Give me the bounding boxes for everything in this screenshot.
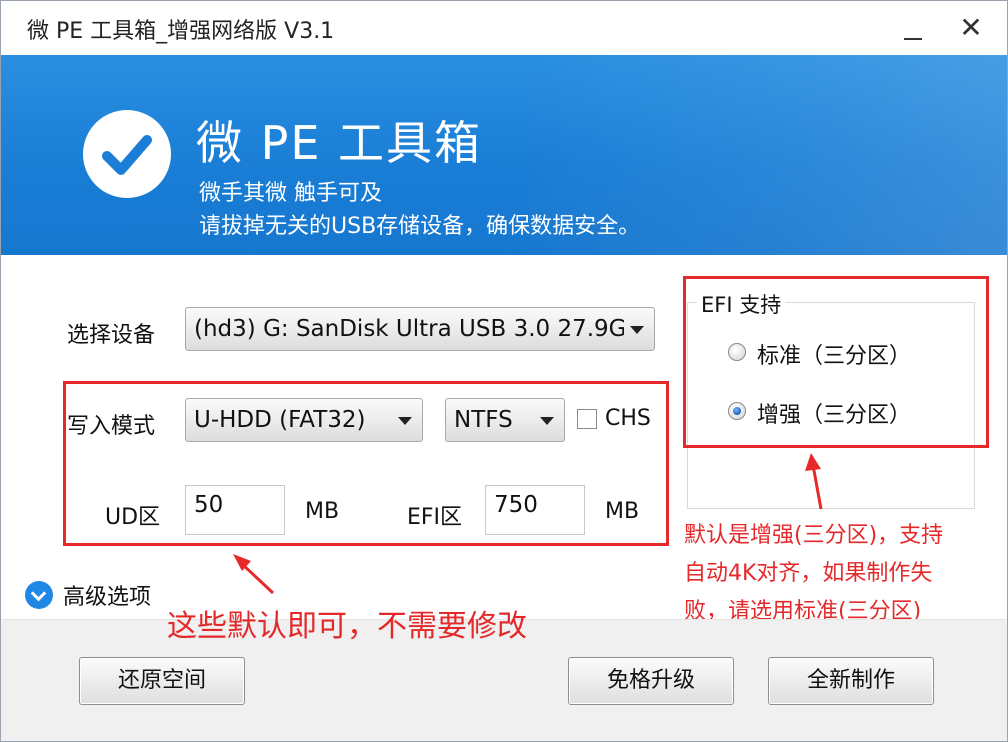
upgrade-button[interactable]: 免格升级 (568, 657, 734, 705)
arrow-to-efi-box-icon (805, 453, 823, 510)
create-new-button[interactable]: 全新制作 (768, 657, 934, 705)
app-window: 微 PE 工具箱_增强网络版 V3.1 ✕ 微 PE 工具箱 微手其微 触手可及… (0, 0, 1008, 742)
annotation-arrows (233, 453, 823, 595)
restore-space-button[interactable]: 还原空间 (79, 657, 245, 705)
arrow-to-mode-box-icon (233, 554, 275, 595)
